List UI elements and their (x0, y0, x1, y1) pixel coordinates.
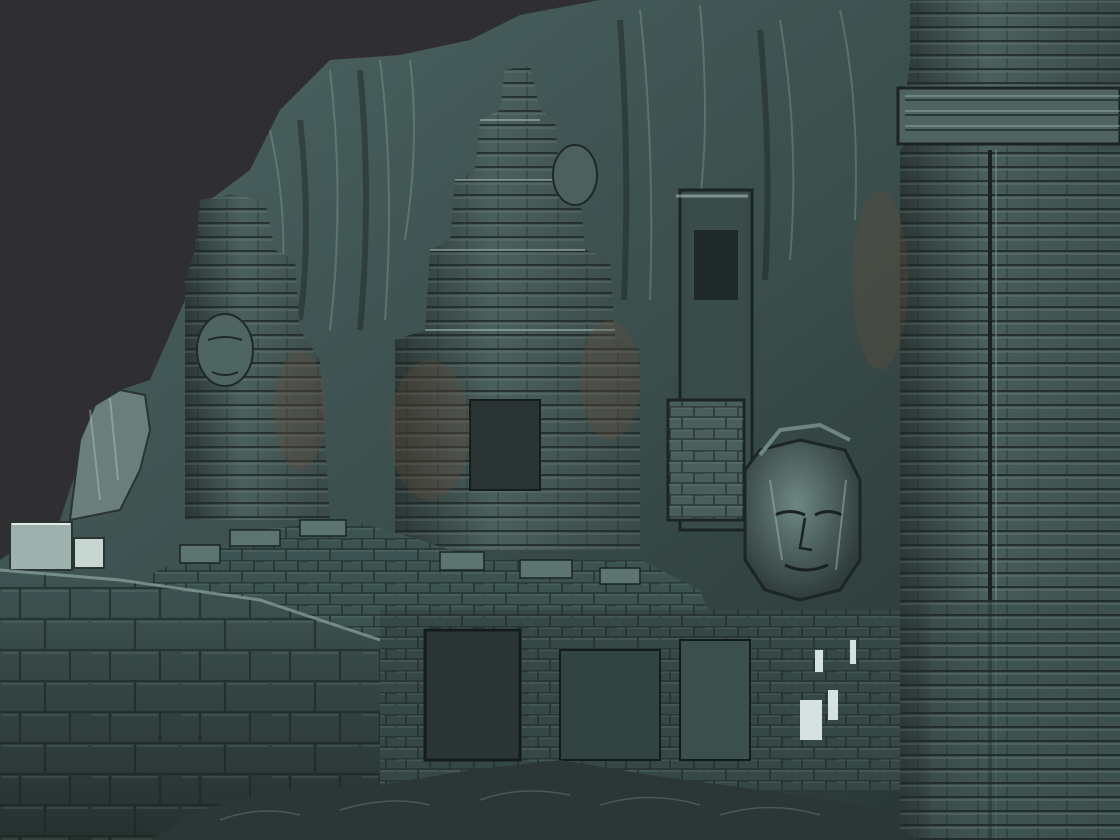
stone-gateway (666, 188, 754, 532)
lower-wall (380, 610, 900, 790)
central-tower-niche (469, 399, 541, 491)
right-tower (896, 0, 1120, 840)
temple-ruins-render (0, 0, 1120, 840)
central-tower-face (552, 144, 598, 206)
lower-doorway (423, 628, 522, 762)
carved-stone-face (743, 422, 862, 602)
